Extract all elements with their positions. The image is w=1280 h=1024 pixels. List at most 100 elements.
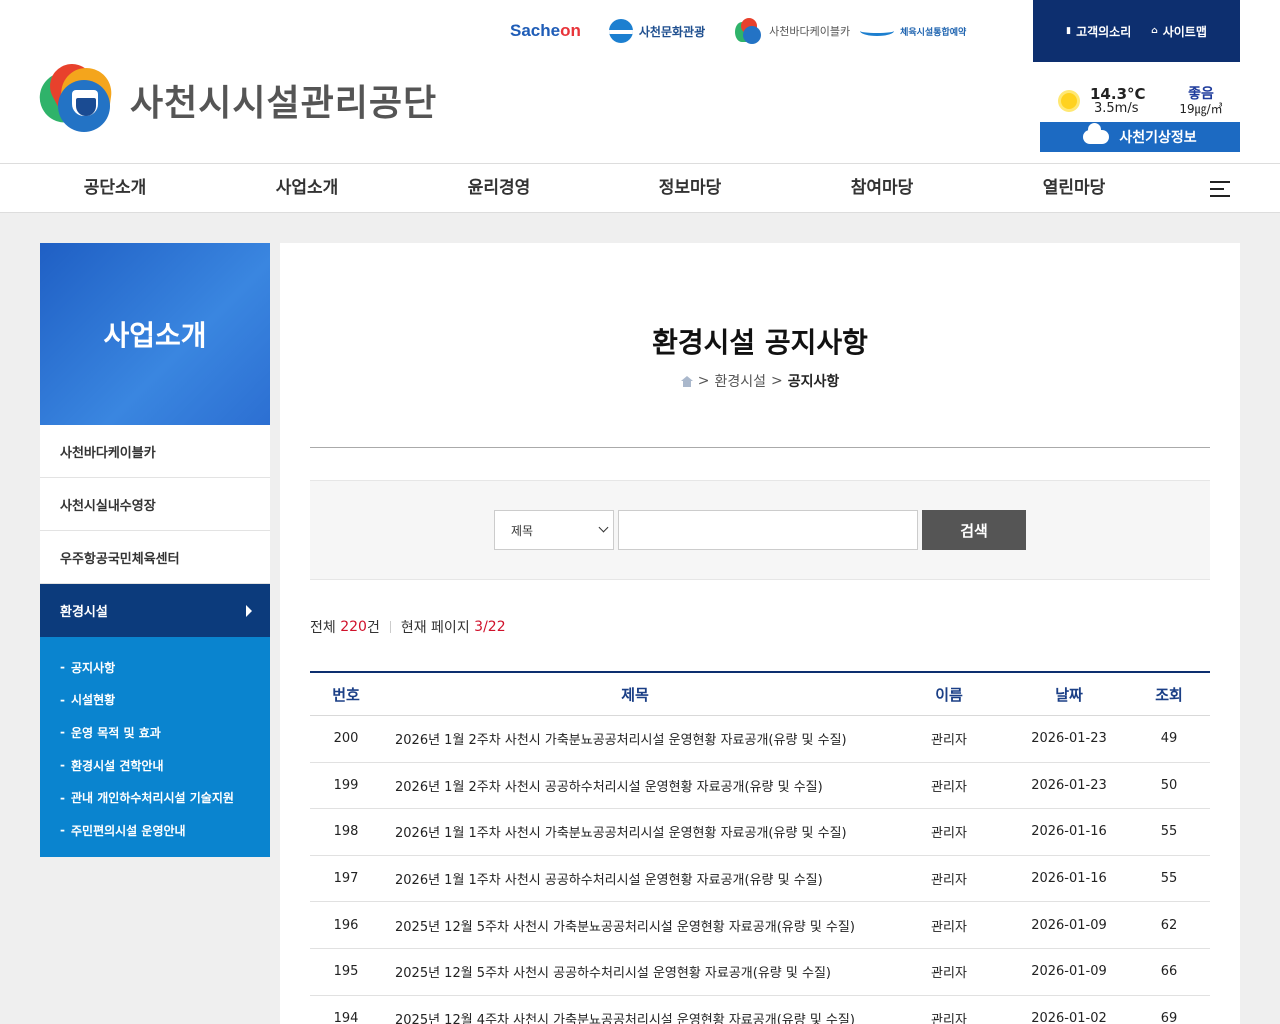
search-select-value: 제목 — [511, 523, 534, 538]
weather-wind: 3.5m/s — [1094, 101, 1139, 116]
wave-icon — [860, 26, 895, 36]
sidebar-title: 사업소개 — [40, 243, 270, 425]
post-count: 전체 220 건 현재 페이지 3/22 — [310, 617, 506, 637]
home-small-icon: ⌂ — [1151, 26, 1158, 36]
submenu-item-purpose[interactable]: - 운영 목적 및 효과 — [40, 716, 270, 749]
cloud-icon — [1083, 121, 1110, 144]
total-unit: 건 — [366, 620, 380, 636]
submenu-item-tech-support[interactable]: - 관내 개인하수처리시설 기술지원 — [40, 781, 270, 814]
row-views: 50 — [1160, 777, 1178, 793]
main-content: 환경시설 공지사항 > 환경시설 > 공지사항 제목 검색 전체 220 건 현… — [280, 243, 1240, 1024]
notice-table: 번호 제목 이름 날짜 조회 200 2026년 1월 2주차 사천시 가축분뇨공… — [310, 671, 1210, 1024]
nav-participation[interactable]: 참여마당 — [807, 164, 957, 212]
row-title-link[interactable]: 2025년 12월 4주차 사천시 가축분뇨공공처리시설 운영현황 자료공개(유… — [382, 1009, 888, 1024]
row-author: 관리자 — [931, 919, 967, 935]
row-title-link[interactable]: 2025년 12월 5주차 사천시 공공하수처리시설 운영현황 자료공개(유량 … — [382, 962, 888, 981]
table-row[interactable]: 194 2025년 12월 4주차 사천시 가축분뇨공공처리시설 운영현황 자료공… — [310, 996, 1210, 1024]
submenu-item-tour[interactable]: - 환경시설 견학안내 — [40, 749, 270, 782]
sports-label: 체육시설통합예약 — [900, 27, 967, 38]
row-title-link[interactable]: 2026년 1월 2주차 사천시 가축분뇨공공처리시설 운영현황 자료공개(유량… — [382, 729, 888, 748]
row-date: 2026-01-02 — [1031, 1010, 1107, 1024]
table-row[interactable]: 197 2026년 1월 1주차 사천시 공공하수처리시설 운영현황 자료공개(유… — [310, 856, 1210, 903]
row-views: 55 — [1160, 824, 1178, 840]
page-label: 현재 페이지 — [400, 620, 470, 636]
sidebar-item-cablecar[interactable]: 사천바다케이블카 — [40, 425, 270, 478]
sidebar-item-pool[interactable]: 사천시실내수영장 — [40, 478, 270, 531]
table-row[interactable]: 198 2026년 1월 1주차 사천시 가축분뇨공공처리시설 운영현황 자료공개… — [310, 809, 1210, 856]
row-number: 198 — [333, 824, 359, 840]
weather-info-label: 사천기상정보 — [1119, 130, 1197, 146]
nav-ethics[interactable]: 윤리경영 — [424, 164, 574, 212]
home-icon[interactable] — [680, 375, 693, 387]
row-number: 197 — [333, 871, 359, 887]
arrow-right-icon — [246, 604, 252, 617]
submenu-item-notice[interactable]: - 공지사항 — [40, 651, 270, 684]
table-row[interactable]: 199 2026년 1월 2주차 사천시 공공하수처리시설 운영현황 자료공개(유… — [310, 763, 1210, 810]
family-site-sports[interactable]: 체육시설통합예약 — [860, 25, 966, 38]
row-date: 2026-01-09 — [1031, 964, 1107, 980]
header-number: 번호 — [332, 685, 360, 704]
header-views: 조회 — [1155, 685, 1183, 704]
sitemap-link[interactable]: ⌂ 사이트맵 — [1151, 23, 1207, 40]
row-views: 62 — [1160, 917, 1178, 933]
page-indicator: 3/22 — [474, 619, 506, 635]
row-date: 2026-01-16 — [1031, 871, 1107, 887]
row-author: 관리자 — [931, 826, 967, 842]
table-row[interactable]: 195 2025년 12월 5주차 사천시 공공하수처리시설 운영현황 자료공개(… — [310, 949, 1210, 996]
sidebar-submenu: - 공지사항 - 시설현황 - 운영 목적 및 효과 - 환경시설 견학안내 - 관내 개… — [40, 637, 270, 857]
count-separator — [389, 621, 391, 633]
menu-icon[interactable] — [1210, 181, 1230, 197]
customer-voice-link[interactable]: ▮ 고객의소리 — [1066, 23, 1131, 40]
row-date: 2026-01-16 — [1031, 824, 1107, 840]
sidebar-item-sports-center[interactable]: 우주항공국민체육센터 — [40, 531, 270, 584]
title-divider — [310, 447, 1210, 448]
site-logo[interactable]: 사천시시설관리공단 — [33, 56, 438, 138]
weather-info-button[interactable]: 사천기상정보 — [1040, 121, 1240, 152]
submenu-label: 주민편의시설 운영안내 — [70, 823, 186, 838]
family-site-culture[interactable]: 사천문화관광 — [608, 19, 705, 43]
table-row[interactable]: 196 2025년 12월 5주차 사천시 가축분뇨공공처리시설 운영현황 자료공… — [310, 902, 1210, 949]
nav-info[interactable]: 정보마당 — [615, 164, 765, 212]
total-count: 220 — [340, 619, 367, 635]
sacheon-on-text: on — [560, 21, 581, 40]
sidebar-active-label: 환경시설 — [60, 605, 108, 620]
nav-business[interactable]: 사업소개 — [232, 164, 382, 212]
row-author: 관리자 — [931, 1012, 967, 1024]
row-author: 관리자 — [931, 966, 967, 982]
row-number: 195 — [333, 964, 359, 980]
nav-about[interactable]: 공단소개 — [40, 164, 190, 212]
sacheon-logo-text: Sacheon — [510, 21, 581, 41]
table-header: 번호 제목 이름 날짜 조회 — [310, 673, 1210, 716]
table-body: 200 2026년 1월 2주차 사천시 가축분뇨공공처리시설 운영현황 자료공개… — [310, 716, 1210, 1024]
sidebar-item-environment[interactable]: 환경시설 — [40, 584, 270, 637]
family-sites: Sacheon 사천문화관광 사천바다케이블카 체육시설통합예약 — [510, 0, 994, 62]
utility-bar: ▮ 고객의소리 ⌂ 사이트맵 — [1033, 0, 1240, 62]
search-input[interactable] — [618, 510, 918, 550]
family-site-cablecar[interactable]: 사천바다케이블카 — [733, 16, 850, 46]
logo-text: 사천시시설관리공단 — [130, 83, 438, 124]
row-title-link[interactable]: 2026년 1월 1주차 사천시 가축분뇨공공처리시설 운영현황 자료공개(유량… — [382, 822, 888, 841]
breadcrumb-environment[interactable]: 환경시설 — [714, 371, 766, 391]
sacheon-text: Sache — [510, 21, 561, 40]
submenu-item-convenience[interactable]: - 주민편의시설 운영안내 — [40, 814, 270, 847]
document-icon: ▮ — [1066, 26, 1072, 36]
row-title-link[interactable]: 2026년 1월 1주차 사천시 공공하수처리시설 운영현황 자료공개(유량 및… — [382, 869, 888, 888]
search-button[interactable]: 검색 — [922, 510, 1026, 550]
sidebar: 사업소개 사천바다케이블카 사천시실내수영장 우주항공국민체육센터 환경시설 -… — [40, 243, 270, 857]
submenu-label: 시설현황 — [70, 693, 116, 708]
sitemap-label: 사이트맵 — [1162, 24, 1207, 39]
row-number: 196 — [333, 917, 359, 933]
table-row[interactable]: 200 2026년 1월 2주차 사천시 가축분뇨공공처리시설 운영현황 자료공개… — [310, 716, 1210, 763]
fine-dust-value: 19㎍/㎥ — [1179, 102, 1223, 116]
search-field-select[interactable]: 제목 — [494, 510, 614, 550]
breadcrumb-separator: > — [697, 373, 710, 389]
weather-temperature: 14.3°C — [1090, 85, 1146, 103]
family-site-sacheon[interactable]: Sacheon — [510, 21, 581, 41]
row-title-link[interactable]: 2026년 1월 2주차 사천시 공공하수처리시설 운영현황 자료공개(유량 및… — [382, 776, 888, 795]
row-author: 관리자 — [931, 873, 967, 889]
breadcrumb: > 환경시설 > 공지사항 — [280, 371, 1240, 391]
submenu-item-status[interactable]: - 시설현황 — [40, 684, 270, 717]
nav-open[interactable]: 열린마당 — [999, 164, 1149, 212]
row-author: 관리자 — [931, 733, 967, 749]
row-title-link[interactable]: 2025년 12월 5주차 사천시 가축분뇨공공처리시설 운영현황 자료공개(유… — [382, 916, 888, 935]
